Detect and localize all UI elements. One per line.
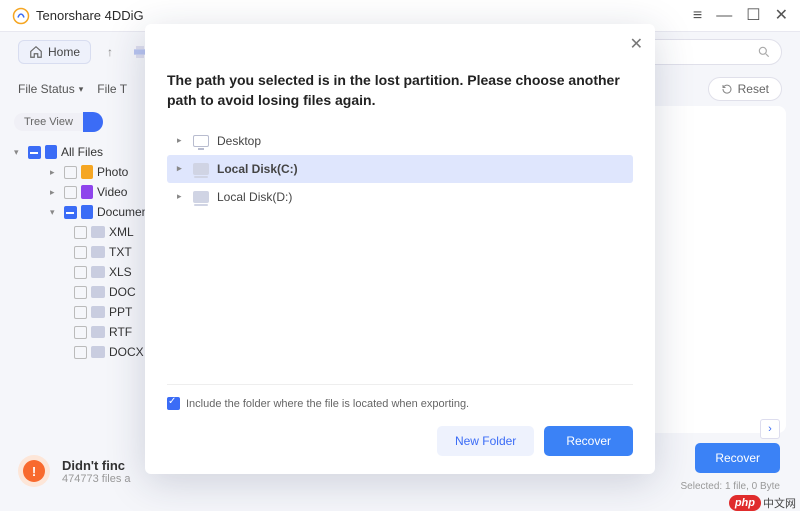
modal-heading: The path you selected is in the lost par… — [167, 70, 633, 111]
path-modal: ✕ The path you selected is in the lost p… — [145, 24, 655, 474]
warning-icon: ! — [18, 455, 50, 487]
selected-status: Selected: 1 file, 0 Byte — [680, 481, 780, 492]
modal-recover-button[interactable]: Recover — [544, 426, 633, 456]
home-icon — [29, 45, 43, 59]
new-folder-button[interactable]: New Folder — [437, 426, 534, 456]
path-local-c[interactable]: ▸ Local Disk(C:) — [167, 155, 633, 183]
file-status-dropdown[interactable]: File Status▾ — [18, 82, 83, 96]
file-type-dropdown[interactable]: File T — [97, 82, 127, 96]
minimize-button[interactable]: — — [716, 8, 732, 24]
app-logo-icon — [12, 7, 30, 25]
path-desktop[interactable]: ▸ Desktop — [167, 127, 633, 155]
reset-icon — [721, 83, 733, 95]
didnt-find-heading: Didn't finc — [62, 458, 131, 473]
app-logo: Tenorshare 4DDiG — [12, 7, 144, 25]
toggle-icon — [83, 112, 103, 132]
home-button[interactable]: Home — [18, 40, 91, 64]
menu-button[interactable]: ≡ — [693, 8, 702, 24]
search-icon — [757, 45, 771, 59]
close-button[interactable]: ✕ — [775, 8, 788, 24]
path-local-d[interactable]: ▸ Local Disk(D:) — [167, 183, 633, 211]
app-title: Tenorshare 4DDiG — [36, 8, 144, 23]
disk-icon — [193, 191, 209, 203]
include-folder-checkbox[interactable]: Include the folder where the file is loc… — [167, 384, 633, 410]
checkbox-checked-icon — [167, 397, 180, 410]
maximize-button[interactable]: ☐ — [746, 8, 760, 24]
file-count-text: 474773 files a — [62, 473, 131, 485]
home-label: Home — [48, 45, 80, 59]
disk-icon — [193, 163, 209, 175]
modal-close-button[interactable]: ✕ — [630, 34, 643, 54]
reset-button[interactable]: Reset — [708, 77, 782, 101]
recover-button[interactable]: Recover — [695, 443, 780, 473]
desktop-icon — [193, 135, 209, 147]
up-button[interactable]: ↑ — [99, 41, 121, 63]
status-area: ! Didn't finc 474773 files a — [18, 455, 131, 487]
next-button[interactable]: › — [760, 419, 780, 439]
